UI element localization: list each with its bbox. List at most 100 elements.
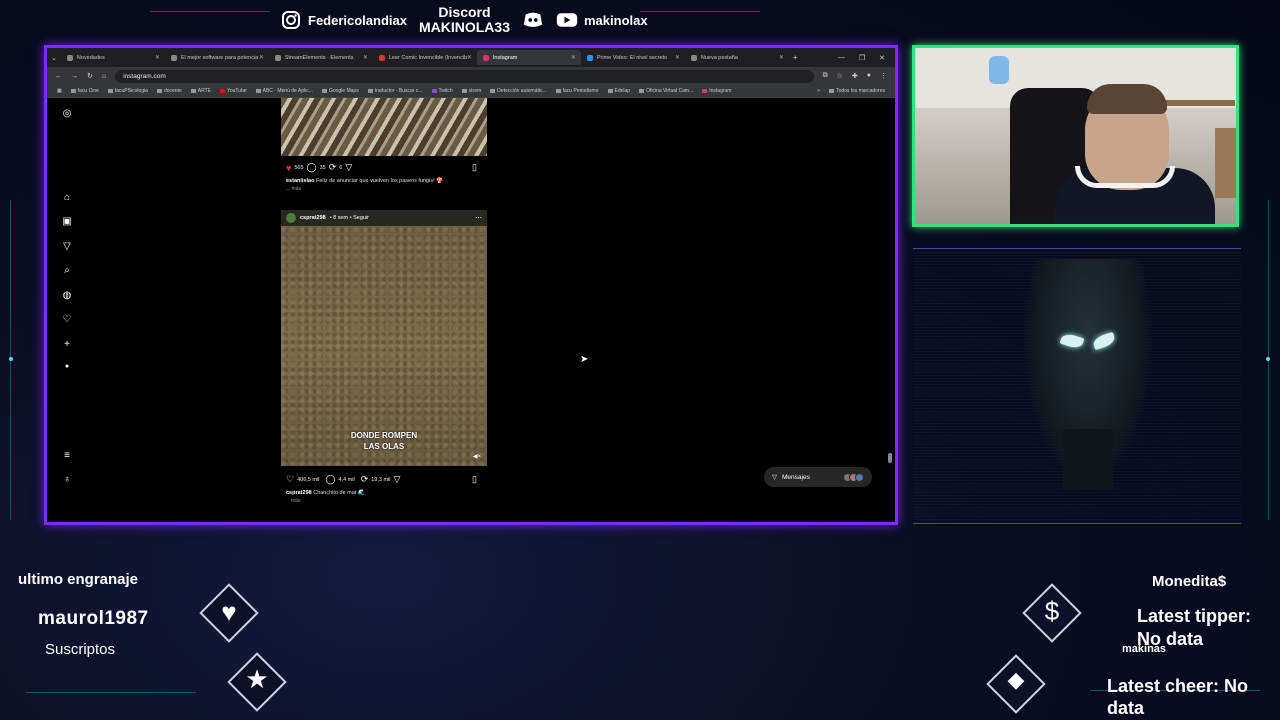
post2-author[interactable]: csprat298 — [300, 215, 326, 221]
tab-streamelements[interactable]: StreamElements · Elements ✕ — [269, 50, 373, 65]
post1-more-link[interactable]: ... más — [286, 186, 301, 192]
tab-close-icon[interactable]: ✕ — [155, 54, 160, 61]
post2-more-link[interactable]: más — [291, 498, 300, 504]
search-nav-icon[interactable]: ⌕ — [60, 265, 74, 276]
scrollbar-thumb[interactable] — [888, 453, 892, 463]
cam-person-hair — [1087, 84, 1167, 114]
post2-caption-author[interactable]: csprat298 — [286, 490, 312, 496]
all-bookmarks[interactable]: Todos los marcadores — [829, 88, 885, 94]
bookmark-item[interactable]: YouTube — [219, 88, 247, 94]
tab-favicon — [378, 54, 385, 61]
messages-button[interactable]: ▽ Mensajes — [764, 467, 872, 487]
tab-close-icon[interactable]: ✕ — [467, 54, 472, 61]
tab-label: Nueva pestaña — [700, 54, 738, 61]
tab-novedades[interactable]: Novedades ✕ — [61, 50, 165, 65]
youtube-handle: makinolax — [584, 12, 648, 28]
avatar[interactable] — [286, 213, 296, 223]
tab-prime-video[interactable]: Prime Video: El nivel secreto ✕ — [581, 50, 685, 65]
mute-icon[interactable]: ◀× — [473, 453, 481, 460]
tab-search-button[interactable]: ⌄ — [51, 54, 57, 62]
bookmark-star-icon[interactable]: ☆ — [837, 72, 843, 80]
bookmark-item[interactable]: facu Periodismo — [555, 88, 599, 94]
reels-nav-icon[interactable]: ▣ — [60, 216, 74, 227]
new-tab-button[interactable]: + — [793, 53, 798, 62]
tab-close-icon[interactable]: ✕ — [675, 54, 680, 61]
tab-instagram[interactable]: Instagram ✕ — [476, 50, 581, 65]
tab-close-icon[interactable]: ✕ — [259, 54, 264, 61]
comment-icon[interactable]: ◯ — [325, 474, 335, 485]
avatar-panel — [913, 248, 1241, 524]
bookmark-item[interactable]: strem — [461, 88, 481, 94]
install-icon[interactable]: ⧉ — [823, 72, 828, 80]
forward-icon[interactable]: → — [71, 73, 78, 80]
menu-icon[interactable]: ⋮ — [880, 72, 887, 80]
threads-nav-icon[interactable]: ♁ — [60, 474, 74, 485]
direct-nav-icon[interactable]: ▽ — [60, 241, 74, 252]
share-icon[interactable]: ▽ — [394, 474, 401, 485]
repost-icon[interactable]: ⟳ — [329, 162, 337, 173]
bookmark-item[interactable]: facu Cine — [70, 88, 99, 94]
more-bookmarks-icon[interactable]: » — [817, 88, 820, 94]
home-nav-icon[interactable]: ⌂ — [60, 192, 74, 203]
tab-label: StreamElements · Elements — [284, 54, 354, 61]
back-icon[interactable]: ← — [55, 73, 62, 80]
tab-favicon — [690, 54, 697, 61]
home-icon[interactable]: ⌂ — [102, 73, 106, 80]
bookmark-item[interactable]: Edelap — [607, 88, 630, 94]
share-icon[interactable]: ▽ — [345, 162, 352, 173]
left-node — [9, 357, 13, 361]
url-input[interactable]: instagram.com — [115, 69, 814, 83]
discord-block: Discord MAKINOLA33 — [419, 5, 510, 35]
post1-actions: ♥ 565 ◯ 35 ⟳ 6 ▽ — [286, 162, 352, 173]
mouse-cursor-icon: ➤ — [580, 354, 589, 365]
create-nav-icon[interactable]: + — [60, 339, 74, 350]
save-icon[interactable]: ▯ — [472, 162, 477, 173]
post-options-icon[interactable]: ⋯ — [475, 214, 482, 222]
post1-image[interactable] — [281, 98, 487, 156]
profile-icon[interactable]: ● — [867, 72, 871, 80]
apps-icon[interactable]: ▦ — [57, 88, 62, 94]
explore-nav-icon[interactable]: ◍ — [60, 290, 74, 301]
post2-video[interactable]: DONDE ROMPEN LAS OLAS ◀× — [281, 226, 487, 466]
instagram-logo-icon[interactable]: ◎ — [60, 108, 74, 119]
bookmark-item[interactable]: Google Maps — [321, 88, 359, 94]
post1-author[interactable]: estaniislao — [286, 178, 314, 184]
bookmarks-bar: ▦ facu Cine facuPSicologia docente ARTE … — [47, 85, 895, 98]
bookmark-item[interactable]: docente — [156, 88, 182, 94]
top-deco-line-right — [640, 11, 760, 12]
repost-icon[interactable]: ⟳ — [361, 474, 369, 485]
bookmark-item[interactable]: ABC - Menú de Aplic... — [255, 88, 313, 94]
message-avatars — [843, 472, 864, 482]
bookmark-item[interactable]: Detección automátic... — [490, 88, 547, 94]
bookmark-item[interactable]: facuPSicologia — [107, 88, 148, 94]
like-icon[interactable]: ♡ — [286, 474, 294, 485]
cam-headset — [1075, 166, 1175, 188]
comment-icon[interactable]: ◯ — [307, 162, 317, 173]
like-icon[interactable]: ♥ — [286, 163, 291, 173]
bookmark-item[interactable]: Instagram — [702, 88, 731, 94]
extensions-icon[interactable]: ✚ — [852, 72, 858, 80]
url-text: instagram.com — [123, 72, 166, 80]
bookmark-item[interactable]: Oficina Virtual Cam... — [639, 88, 693, 94]
bookmark-item[interactable]: ARTE — [190, 88, 211, 94]
tab-close-icon[interactable]: ✕ — [363, 54, 368, 61]
profile-nav-icon[interactable]: ● — [60, 363, 74, 370]
scrollbar[interactable] — [888, 98, 892, 522]
bookmark-item[interactable]: Twitch — [431, 88, 453, 94]
alien-avatar — [1025, 259, 1151, 489]
tab-software[interactable]: El mejor software para potencia ✕ — [165, 50, 269, 65]
like-count: 406,5 mil — [297, 476, 320, 483]
save-icon[interactable]: ▯ — [472, 474, 477, 485]
tab-new[interactable]: Nueva pestaña ✕ — [685, 50, 789, 65]
tab-comic[interactable]: Leer Comic Invencible (Invencib ✕ — [373, 50, 477, 65]
close-window-icon[interactable]: ✕ — [879, 54, 885, 62]
minimize-icon[interactable]: — — [838, 54, 845, 62]
more-nav-icon[interactable]: ≡ — [60, 450, 74, 461]
tab-close-icon[interactable]: ✕ — [779, 54, 784, 61]
tab-favicon — [274, 54, 281, 61]
maximize-icon[interactable]: ❐ — [859, 54, 865, 62]
notifications-nav-icon[interactable]: ♡ — [60, 314, 74, 325]
tab-close-icon[interactable]: ✕ — [571, 54, 576, 61]
reload-icon[interactable]: ↻ — [87, 72, 93, 80]
bookmark-item[interactable]: traductor - Buscar c... — [367, 88, 423, 94]
